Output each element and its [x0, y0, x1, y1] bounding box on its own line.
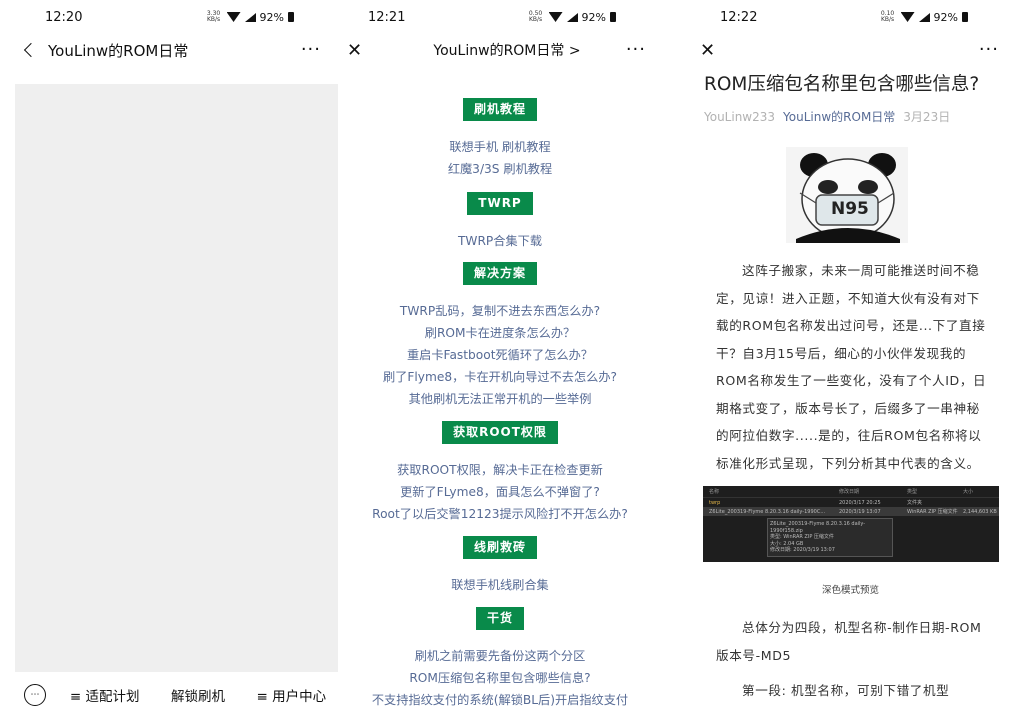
- section-title: 解决方案: [462, 262, 537, 285]
- link-goods-3[interactable]: 不支持指纹支付的系统(解锁BL后)开启指纹支付: [338, 689, 662, 711]
- clock: 12:20: [45, 9, 83, 25]
- menu-adapt-plan[interactable]: ≡ 适配计划: [58, 685, 151, 705]
- link-lenovo-tutorial[interactable]: 联想手机 刷机教程: [338, 136, 662, 158]
- row-folder-type: 文件夹: [907, 500, 923, 506]
- menu-user-center[interactable]: ≡ 用户中心: [245, 685, 338, 705]
- link-twrp-download[interactable]: TWRP合集下载: [338, 230, 662, 252]
- panda-mask-meme-image: N95: [786, 147, 908, 243]
- battery-icon: [610, 12, 616, 22]
- top-nav: ✕ YouLinw的ROM日常 > ···: [338, 34, 676, 66]
- page-title[interactable]: YouLinw的ROM日常 >: [433, 40, 580, 60]
- link-unbrick-1[interactable]: 联想手机线刷合集: [338, 574, 662, 596]
- wifi-icon: [226, 12, 241, 22]
- status-bar: 12:22 0.10 KB/s 92%: [688, 0, 1013, 34]
- more-options-icon[interactable]: ···: [979, 41, 999, 59]
- col-name: 名称: [709, 489, 720, 495]
- row-file-type: WinRAR ZIP 压缩文件: [907, 509, 958, 515]
- link-root-3[interactable]: Root了以后交警12123提示风险打不开怎么办?: [338, 503, 662, 525]
- row-folder-name: twrp: [709, 499, 721, 506]
- publish-date: 3月23日: [903, 110, 951, 124]
- section-root: 获取ROOT权限 获取ROOT权限，解决卡正在检查更新 更新了FLyme8，面具…: [338, 421, 662, 525]
- article-paragraph-3: 第一段: 机型名称，可别下错了机型: [742, 683, 950, 698]
- section-title: TWRP: [467, 192, 533, 215]
- col-type: 类型: [907, 489, 918, 495]
- article-paragraph-2: 总体分为四段，机型名称-制作日期-ROM版本号-MD5: [716, 620, 982, 663]
- row-file-date: 2020/3/19 13:07: [839, 508, 881, 515]
- top-nav: ✕ ···: [688, 34, 1013, 66]
- battery-percent: 92%: [581, 10, 606, 24]
- row-file-name: Z6Lite_200319-Flyme 8.20.3.16 daily-1990…: [709, 508, 826, 515]
- signal-icon: [918, 12, 930, 22]
- wifi-icon: [548, 12, 563, 22]
- net-speed: 0.50 KB/s: [528, 10, 543, 23]
- top-nav: YouLinw的ROM日常 ···: [0, 34, 338, 66]
- screen-1: 12:20 3.30 KB/s 92% YouLinw的ROM日常 ··· ⋯ …: [0, 0, 338, 718]
- page-title: YouLinw的ROM日常: [48, 41, 189, 60]
- clock: 12:21: [368, 9, 406, 25]
- row-folder-date: 2020/3/17 20:25: [839, 499, 881, 506]
- link-solution-4[interactable]: 刷了Flyme8，卡在开机向导过不去怎么办?: [338, 366, 662, 388]
- back-arrow-icon[interactable]: [23, 42, 39, 58]
- author: YouLinw233: [704, 110, 776, 124]
- keyboard-icon[interactable]: ⋯: [24, 684, 46, 706]
- section-twrp: TWRP TWRP合集下载: [338, 192, 662, 252]
- status-bar: 12:20 3.30 KB/s 92%: [0, 0, 338, 34]
- article-paragraph-1: 这阵子搬家，未来一周可能推送时间不稳定，见谅！进入正题，不知道大伙有没有对下载的…: [716, 263, 987, 471]
- link-solution-1[interactable]: TWRP乱码，复制不进去东西怎么办?: [338, 300, 662, 322]
- tooltip-line: Z6Lite_200319-Flyme 8.20.3.16 daily-1990…: [770, 521, 866, 534]
- col-date: 修改日期: [839, 489, 860, 495]
- section-flash-tutorial: 刷机教程 联想手机 刷机教程 红魔3/3S 刷机教程: [338, 98, 662, 180]
- bottom-menu-bar: ⋯ ≡ 适配计划 解锁刷机 ≡ 用户中心: [15, 672, 338, 718]
- link-solution-2[interactable]: 刷ROM卡在进度条怎么办？: [338, 322, 662, 344]
- screen-3: 12:22 0.10 KB/s 92% ✕ ··· ROM压缩包名称里包含哪些信…: [688, 0, 1013, 718]
- signal-icon: [566, 12, 578, 22]
- battery-percent: 92%: [933, 10, 958, 24]
- battery-icon: [962, 12, 968, 22]
- link-root-2[interactable]: 更新了FLyme8，面具怎么不弹窗了?: [338, 481, 662, 503]
- tooltip-line: 修改日期: 2020/3/19 13:07: [770, 547, 835, 553]
- image-caption: 深色模式预览: [821, 585, 879, 596]
- article-title: ROM压缩包名称里包含哪些信息?: [704, 74, 980, 95]
- close-icon[interactable]: ✕: [700, 40, 715, 61]
- status-bar: 12:21 0.50 KB/s 92%: [338, 0, 676, 34]
- link-root-1[interactable]: 获取ROOT权限，解决卡正在检查更新: [338, 459, 662, 481]
- net-speed: 0.10 KB/s: [880, 10, 895, 23]
- col-size: 大小: [963, 489, 974, 495]
- section-title: 刷机教程: [462, 98, 537, 121]
- link-goods-1[interactable]: 刷机之前需要先备份这两个分区: [338, 645, 662, 667]
- more-options-icon[interactable]: ···: [301, 41, 321, 59]
- link-solution-5[interactable]: 其他刷机无法正常开机的一些举例: [338, 388, 662, 410]
- account-link[interactable]: YouLinw的ROM日常: [783, 110, 895, 124]
- mask-label: N95: [831, 199, 869, 219]
- wifi-icon: [900, 12, 915, 22]
- screen-2: 12:21 0.50 KB/s 92% ✕ YouLinw的ROM日常 > ··…: [338, 0, 676, 718]
- section-dry-goods: 干货 刷机之前需要先备份这两个分区 ROM压缩包名称里包含哪些信息? 不支持指纹…: [338, 607, 662, 711]
- battery-icon: [288, 12, 294, 22]
- row-file-size: 2,144,603 KB: [963, 508, 997, 515]
- signal-icon: [244, 12, 256, 22]
- more-options-icon[interactable]: ···: [626, 41, 646, 59]
- close-icon[interactable]: ✕: [347, 40, 362, 61]
- battery-percent: 92%: [259, 10, 284, 24]
- net-speed: 3.30 KB/s: [206, 10, 221, 23]
- clock: 12:22: [720, 9, 758, 25]
- file-explorer-screenshot: 名称 修改日期 类型 大小 twrp 2020/3/17 20:25 文件夹 Z…: [703, 486, 999, 562]
- article-meta: YouLinw233 YouLinw的ROM日常 3月23日: [704, 108, 1013, 125]
- section-solutions: 解决方案 TWRP乱码，复制不进去东西怎么办? 刷ROM卡在进度条怎么办？ 重启…: [338, 262, 662, 410]
- link-redmagic-tutorial[interactable]: 红魔3/3S 刷机教程: [338, 158, 662, 180]
- section-unbrick: 线刷救砖 联想手机线刷合集: [338, 536, 662, 596]
- file-tooltip: Z6Lite_200319-Flyme 8.20.3.16 daily-1990…: [767, 518, 893, 557]
- section-title: 获取ROOT权限: [442, 421, 558, 444]
- link-solution-3[interactable]: 重启卡Fastboot死循环了怎么办？: [338, 344, 662, 366]
- section-title: 干货: [475, 607, 524, 630]
- link-goods-2[interactable]: ROM压缩包名称里包含哪些信息?: [338, 667, 662, 689]
- menu-unlock-flash[interactable]: 解锁刷机: [151, 685, 244, 705]
- section-title: 线刷救砖: [462, 536, 537, 559]
- loading-content-area: [15, 84, 338, 672]
